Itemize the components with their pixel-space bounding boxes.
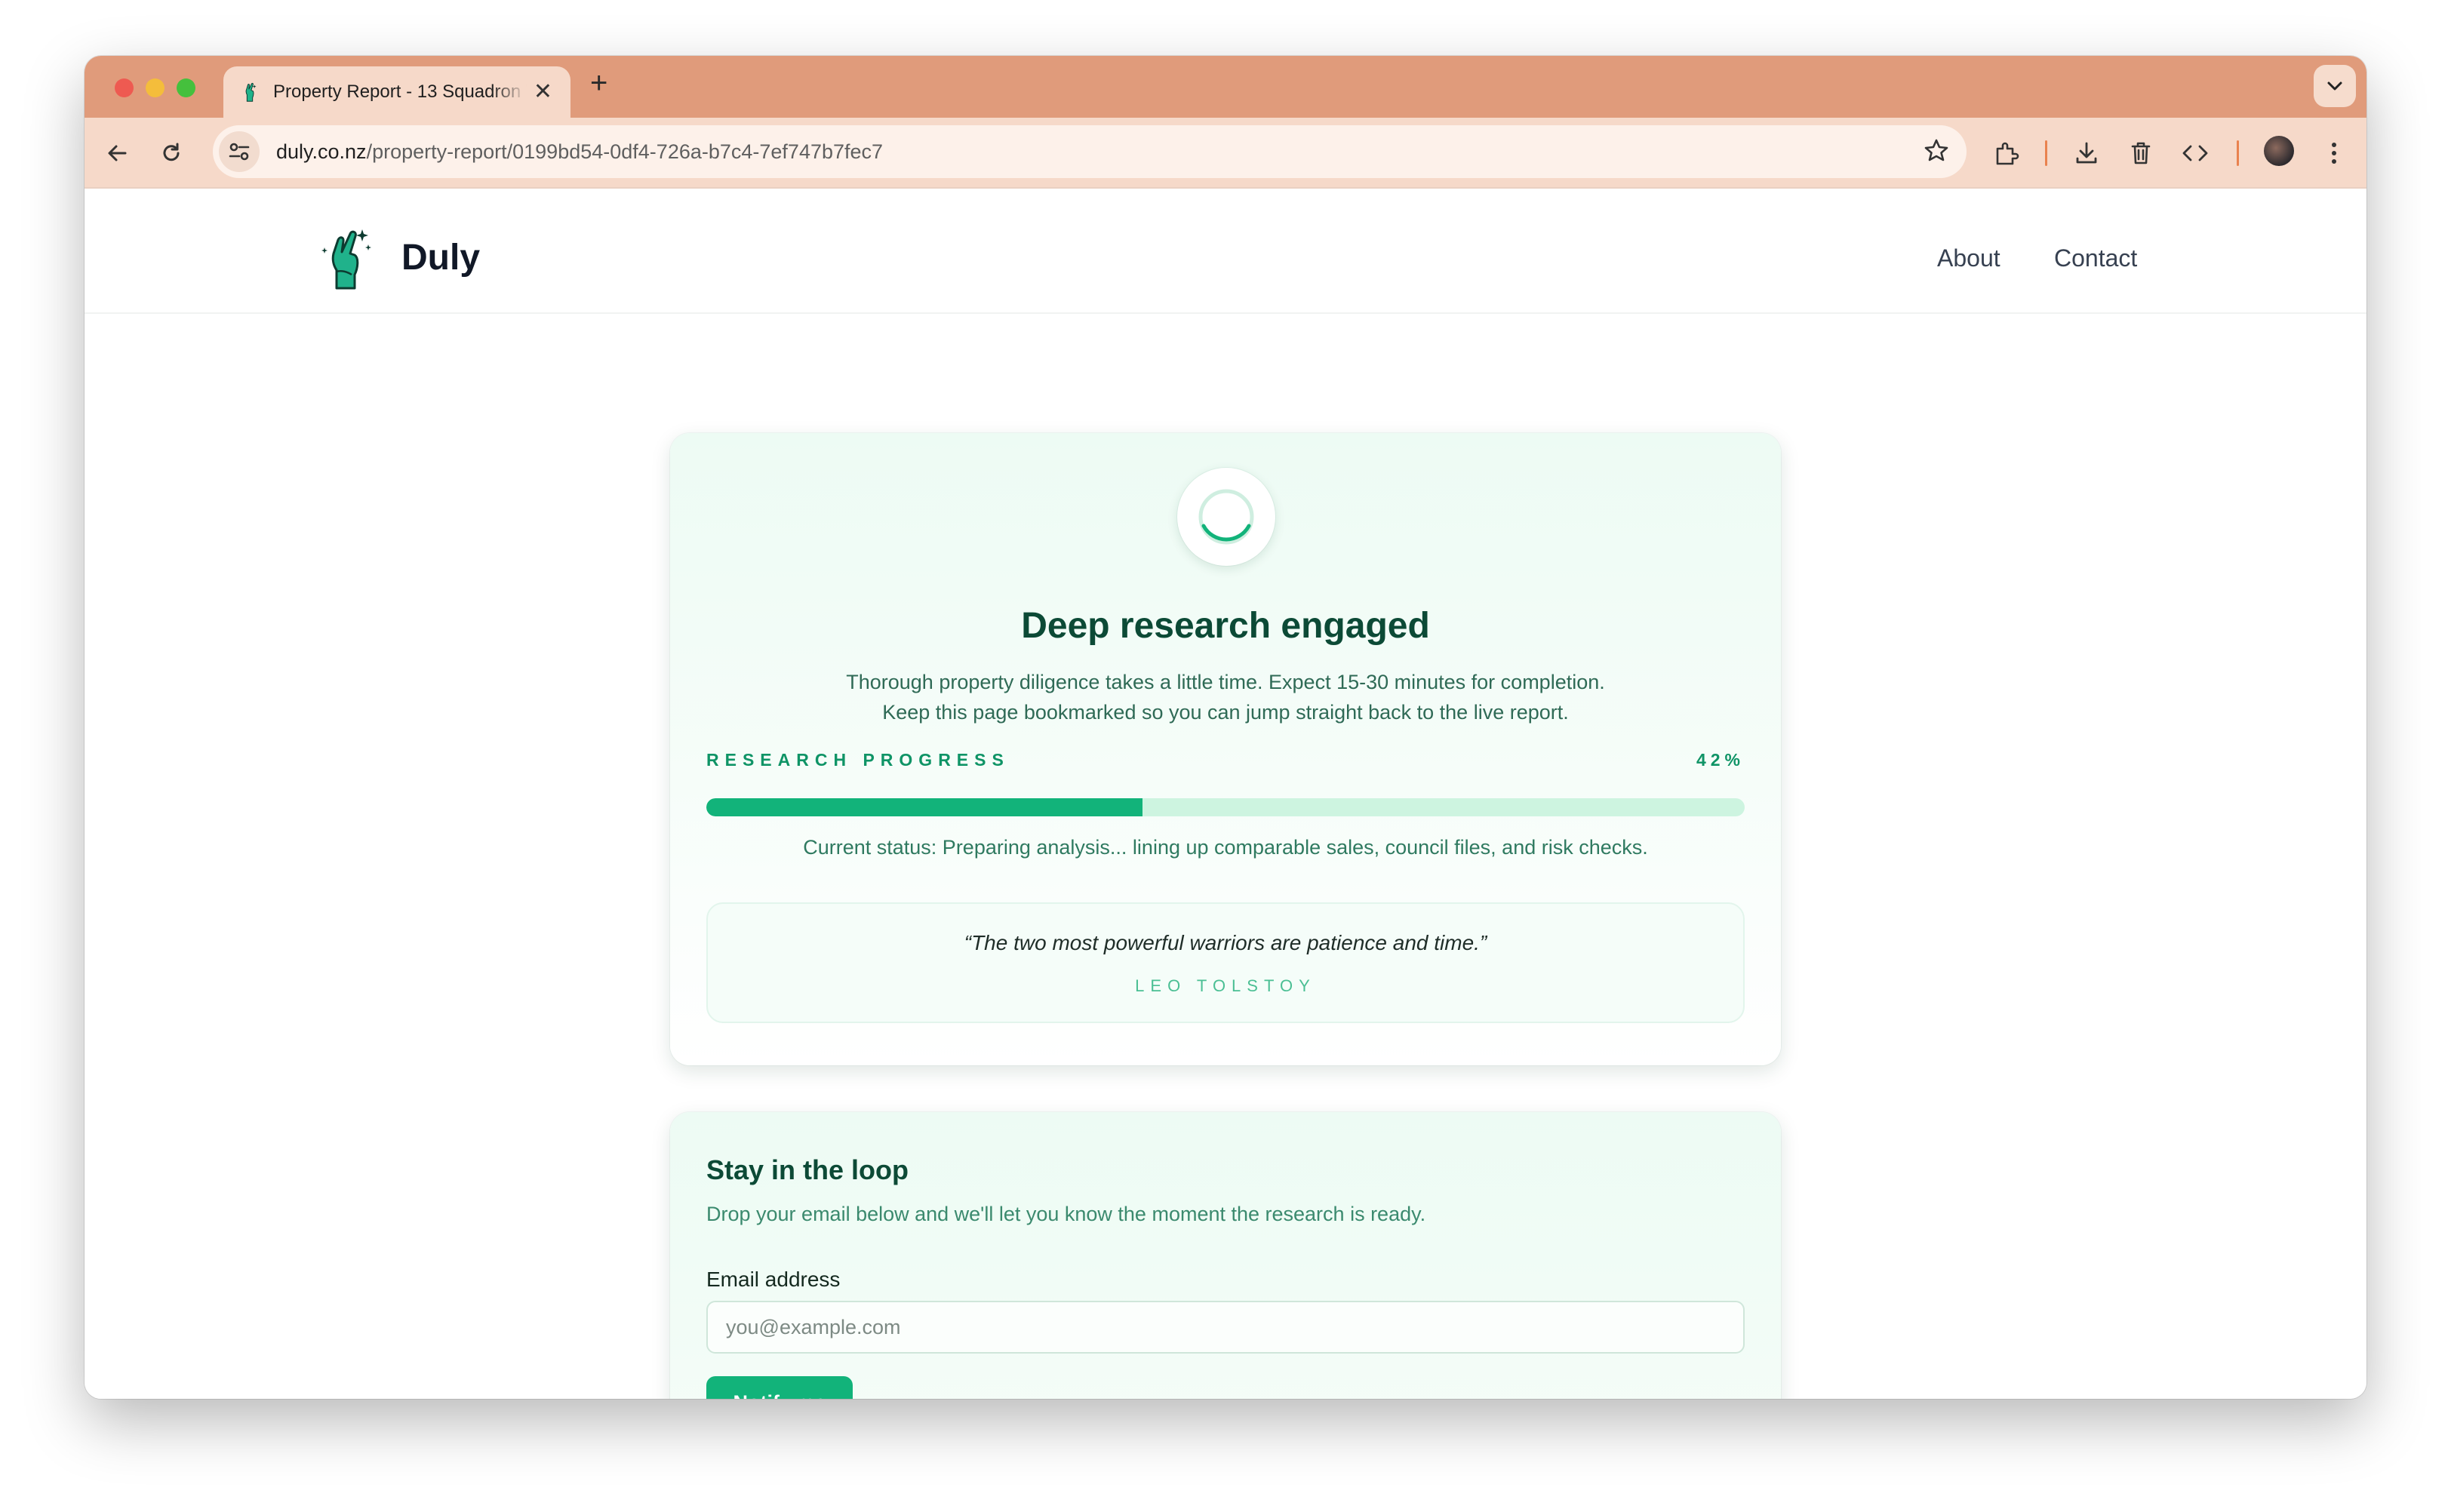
current-status-text: Current status: Preparing analysis... li…: [803, 836, 1648, 859]
progress-percentage: 42%: [1696, 750, 1745, 770]
site-logo-text[interactable]: Duly: [401, 237, 480, 278]
research-description: Thorough property diligence takes a litt…: [670, 667, 1781, 727]
tab-title: Property Report - 13 Squadron Way: [273, 81, 527, 102]
bookmark-star-icon[interactable]: [1923, 137, 1950, 168]
profile-avatar-icon[interactable]: [2264, 136, 2294, 166]
extensions-icon[interactable]: [1991, 137, 2022, 169]
browser-window: Property Report - 13 Squadron Way ✕ + du…: [85, 56, 2366, 1399]
tab-close-icon[interactable]: ✕: [534, 81, 552, 103]
maximize-window-button[interactable]: [177, 78, 195, 97]
progress-bar-fill: [706, 798, 1142, 816]
tab-dropdown-icon[interactable]: [2314, 65, 2356, 107]
browser-toolbar: duly.co.nz/property-report/0199bd54-0df4…: [85, 118, 2366, 189]
quote-box: “The two most powerful warriors are pati…: [706, 902, 1745, 1023]
duly-logo-icon: [245, 82, 257, 102]
download-icon[interactable]: [2071, 137, 2102, 169]
research-description-line-2: Keep this page bookmarked so you can jum…: [882, 701, 1569, 724]
url-domain: duly.co.nz: [276, 140, 367, 163]
new-tab-icon[interactable]: +: [590, 68, 607, 98]
toolbar-separator: [2237, 140, 2239, 166]
toolbar-separator: [2045, 140, 2047, 166]
code-icon[interactable]: [2179, 137, 2211, 169]
site-info-icon[interactable]: [219, 131, 260, 172]
notify-title: Stay in the loop: [706, 1154, 909, 1185]
nav-link-contact[interactable]: Contact: [2054, 244, 2137, 272]
spinner-container: [1177, 468, 1275, 566]
progress-label: RESEARCH PROGRESS: [706, 750, 1010, 770]
tab-strip: Property Report - 13 Squadron Way ✕ +: [85, 56, 2366, 118]
minimize-window-button[interactable]: [146, 78, 165, 97]
reload-icon[interactable]: [155, 137, 187, 169]
notify-me-button[interactable]: Notify me: [706, 1376, 853, 1399]
address-bar[interactable]: duly.co.nz/property-report/0199bd54-0df4…: [213, 125, 1967, 178]
url-text[interactable]: duly.co.nz/property-report/0199bd54-0df4…: [276, 140, 883, 164]
notify-description: Drop your email below and we'll let you …: [706, 1203, 1426, 1225]
email-input[interactable]: [706, 1301, 1745, 1354]
email-label: Email address: [706, 1268, 841, 1291]
trash-icon[interactable]: [2125, 137, 2157, 169]
progress-bar: [706, 798, 1745, 816]
research-description-line-1: Thorough property diligence takes a litt…: [846, 671, 1605, 693]
site-header: Duly About Contact: [85, 189, 2366, 314]
spinner-icon: [1198, 489, 1254, 545]
back-arrow-icon[interactable]: [101, 137, 133, 169]
notify-card: Stay in the loop Drop your email below a…: [670, 1112, 1781, 1399]
url-path: /property-report/0199bd54-0df4-726a-b7c4…: [366, 140, 884, 163]
kebab-menu-icon[interactable]: [2318, 137, 2350, 169]
page-content: Duly About Contact Deep research engaged…: [85, 189, 2366, 1399]
nav-link-about[interactable]: About: [1937, 244, 2000, 272]
browser-tab-active[interactable]: Property Report - 13 Squadron Way ✕: [223, 66, 570, 118]
research-title: Deep research engaged: [1021, 606, 1430, 646]
quote-text: “The two most powerful warriors are pati…: [964, 931, 1487, 954]
research-status-card: Deep research engaged Thorough property …: [670, 433, 1781, 1065]
duly-logo-icon[interactable]: [318, 225, 373, 291]
close-window-button[interactable]: [115, 78, 134, 97]
quote-author: LEO TOLSTOY: [1135, 976, 1316, 995]
